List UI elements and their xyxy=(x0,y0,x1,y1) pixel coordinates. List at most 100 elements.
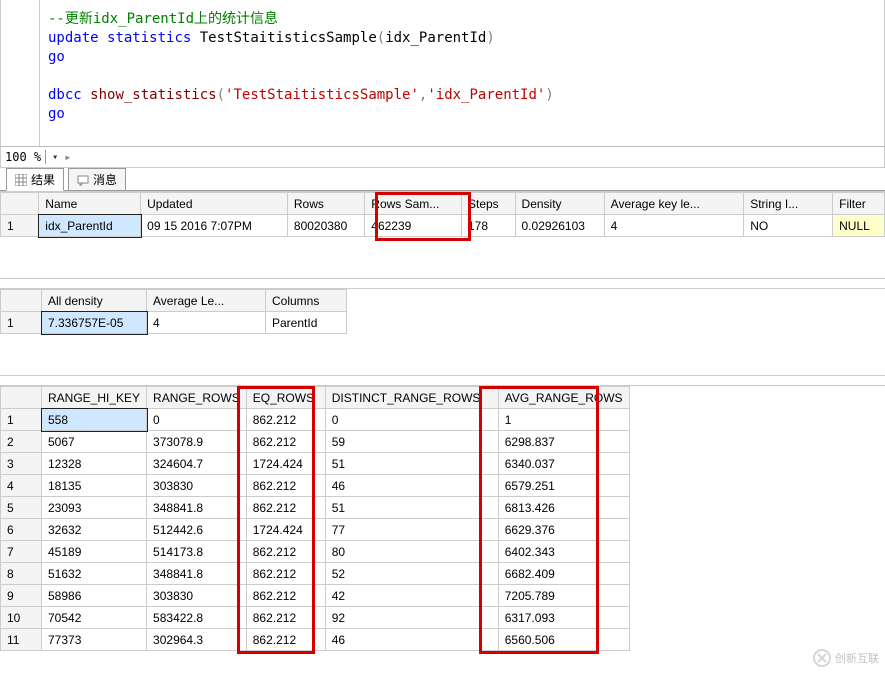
cell-avg-len[interactable]: 4 xyxy=(147,312,266,334)
cell[interactable]: 77373 xyxy=(42,629,147,651)
table-row[interactable]: 312328324604.71724.424516340.037 xyxy=(1,453,630,475)
row-number[interactable]: 2 xyxy=(1,431,42,453)
editor-text[interactable]: --更新idx_ParentId上的统计信息 update statistics… xyxy=(40,0,562,146)
cell[interactable]: 6560.506 xyxy=(498,629,629,651)
col-filter[interactable]: Filter xyxy=(833,193,885,215)
cell[interactable]: 46 xyxy=(325,475,498,497)
cell[interactable]: 6298.837 xyxy=(498,431,629,453)
col-range-hi-key[interactable]: RANGE_HI_KEY xyxy=(42,387,147,409)
cell[interactable]: 45189 xyxy=(42,541,147,563)
row-number[interactable]: 7 xyxy=(1,541,42,563)
cell[interactable]: 862.212 xyxy=(246,629,325,651)
cell[interactable]: 52 xyxy=(325,563,498,585)
cell[interactable]: 6813.426 xyxy=(498,497,629,519)
row-number[interactable]: 8 xyxy=(1,563,42,585)
cell[interactable]: 862.212 xyxy=(246,475,325,497)
histogram-grid[interactable]: RANGE_HI_KEY RANGE_ROWS EQ_ROWS DISTINCT… xyxy=(0,386,630,651)
cell-avg-key-len[interactable]: 4 xyxy=(604,215,744,237)
row-number[interactable]: 1 xyxy=(1,409,42,431)
cell[interactable]: 558 xyxy=(42,409,147,431)
cell[interactable]: 51 xyxy=(325,497,498,519)
col-rows[interactable]: Rows xyxy=(287,193,364,215)
cell[interactable]: 6629.376 xyxy=(498,519,629,541)
cell-rows-sampled[interactable]: 462239 xyxy=(365,215,462,237)
cell-columns[interactable]: ParentId xyxy=(266,312,347,334)
cell[interactable]: 1 xyxy=(498,409,629,431)
cell-rows[interactable]: 80020380 xyxy=(287,215,364,237)
cell[interactable]: 18135 xyxy=(42,475,147,497)
tab-results[interactable]: 结果 xyxy=(6,168,64,191)
cell[interactable]: 59 xyxy=(325,431,498,453)
chevron-down-icon[interactable]: ▾ xyxy=(45,150,58,164)
row-number[interactable]: 11 xyxy=(1,629,42,651)
col-all-density[interactable]: All density xyxy=(42,290,147,312)
cell[interactable]: 862.212 xyxy=(246,409,325,431)
col-steps[interactable]: Steps xyxy=(461,193,515,215)
cell[interactable]: 70542 xyxy=(42,607,147,629)
cell[interactable]: 7205.789 xyxy=(498,585,629,607)
row-number[interactable]: 4 xyxy=(1,475,42,497)
density-grid[interactable]: All density Average Le... Columns 1 7.33… xyxy=(0,289,347,334)
cell-steps[interactable]: 178 xyxy=(461,215,515,237)
cell[interactable]: 51632 xyxy=(42,563,147,585)
col-avg-key-len[interactable]: Average key le... xyxy=(604,193,744,215)
cell[interactable]: 6317.093 xyxy=(498,607,629,629)
cell[interactable]: 583422.8 xyxy=(147,607,247,629)
zoom-level[interactable]: 100 % xyxy=(5,150,41,164)
table-row[interactable]: 1070542583422.8862.212926317.093 xyxy=(1,607,630,629)
code-editor[interactable]: --更新idx_ParentId上的统计信息 update statistics… xyxy=(0,0,885,146)
cell[interactable]: 862.212 xyxy=(246,541,325,563)
col-updated[interactable]: Updated xyxy=(141,193,288,215)
cell[interactable]: 514173.8 xyxy=(147,541,247,563)
cell[interactable]: 0 xyxy=(147,409,247,431)
col-name[interactable]: Name xyxy=(39,193,141,215)
table-row[interactable]: 958986303830862.212427205.789 xyxy=(1,585,630,607)
col-avg-range-rows[interactable]: AVG_RANGE_ROWS xyxy=(498,387,629,409)
col-range-rows[interactable]: RANGE_ROWS xyxy=(147,387,247,409)
cell[interactable]: 1724.424 xyxy=(246,519,325,541)
cell-updated[interactable]: 09 15 2016 7:07PM xyxy=(141,215,288,237)
cell[interactable]: 92 xyxy=(325,607,498,629)
cell[interactable]: 862.212 xyxy=(246,563,325,585)
row-number[interactable]: 1 xyxy=(1,215,39,237)
cell[interactable]: 6340.037 xyxy=(498,453,629,475)
col-columns[interactable]: Columns xyxy=(266,290,347,312)
row-number[interactable]: 5 xyxy=(1,497,42,519)
cell[interactable]: 5067 xyxy=(42,431,147,453)
col-eq-rows[interactable]: EQ_ROWS xyxy=(246,387,325,409)
cell-name[interactable]: idx_ParentId xyxy=(39,215,141,237)
col-avg-len[interactable]: Average Le... xyxy=(147,290,266,312)
cell[interactable]: 348841.8 xyxy=(147,497,247,519)
tab-messages[interactable]: 消息 xyxy=(68,168,126,190)
cell[interactable]: 0 xyxy=(325,409,498,431)
table-row[interactable]: 1 idx_ParentId 09 15 2016 7:07PM 8002038… xyxy=(1,215,885,237)
cell[interactable]: 6402.343 xyxy=(498,541,629,563)
table-row[interactable]: 632632512442.61724.424776629.376 xyxy=(1,519,630,541)
row-number[interactable]: 6 xyxy=(1,519,42,541)
col-rows-sampled[interactable]: Rows Sam... xyxy=(365,193,462,215)
cell[interactable]: 862.212 xyxy=(246,607,325,629)
cell-string-index[interactable]: NO xyxy=(744,215,833,237)
cell[interactable]: 6682.409 xyxy=(498,563,629,585)
cell[interactable]: 862.212 xyxy=(246,585,325,607)
table-row[interactable]: 1 7.336757E-05 4 ParentId xyxy=(1,312,347,334)
table-row[interactable]: 418135303830862.212466579.251 xyxy=(1,475,630,497)
stats-header-grid[interactable]: Name Updated Rows Rows Sam... Steps Dens… xyxy=(0,192,885,237)
cell[interactable]: 373078.9 xyxy=(147,431,247,453)
table-row[interactable]: 15580862.21201 xyxy=(1,409,630,431)
cell[interactable]: 6579.251 xyxy=(498,475,629,497)
table-row[interactable]: 745189514173.8862.212806402.343 xyxy=(1,541,630,563)
cell[interactable]: 302964.3 xyxy=(147,629,247,651)
cell[interactable]: 51 xyxy=(325,453,498,475)
cell[interactable]: 862.212 xyxy=(246,497,325,519)
table-row[interactable]: 25067373078.9862.212596298.837 xyxy=(1,431,630,453)
row-number[interactable]: 3 xyxy=(1,453,42,475)
cell[interactable]: 324604.7 xyxy=(147,453,247,475)
table-row[interactable]: 851632348841.8862.212526682.409 xyxy=(1,563,630,585)
col-string-index[interactable]: String I... xyxy=(744,193,833,215)
cell[interactable]: 1724.424 xyxy=(246,453,325,475)
cell[interactable]: 42 xyxy=(325,585,498,607)
row-number[interactable]: 1 xyxy=(1,312,42,334)
col-density[interactable]: Density xyxy=(515,193,604,215)
cell-all-density[interactable]: 7.336757E-05 xyxy=(42,312,147,334)
